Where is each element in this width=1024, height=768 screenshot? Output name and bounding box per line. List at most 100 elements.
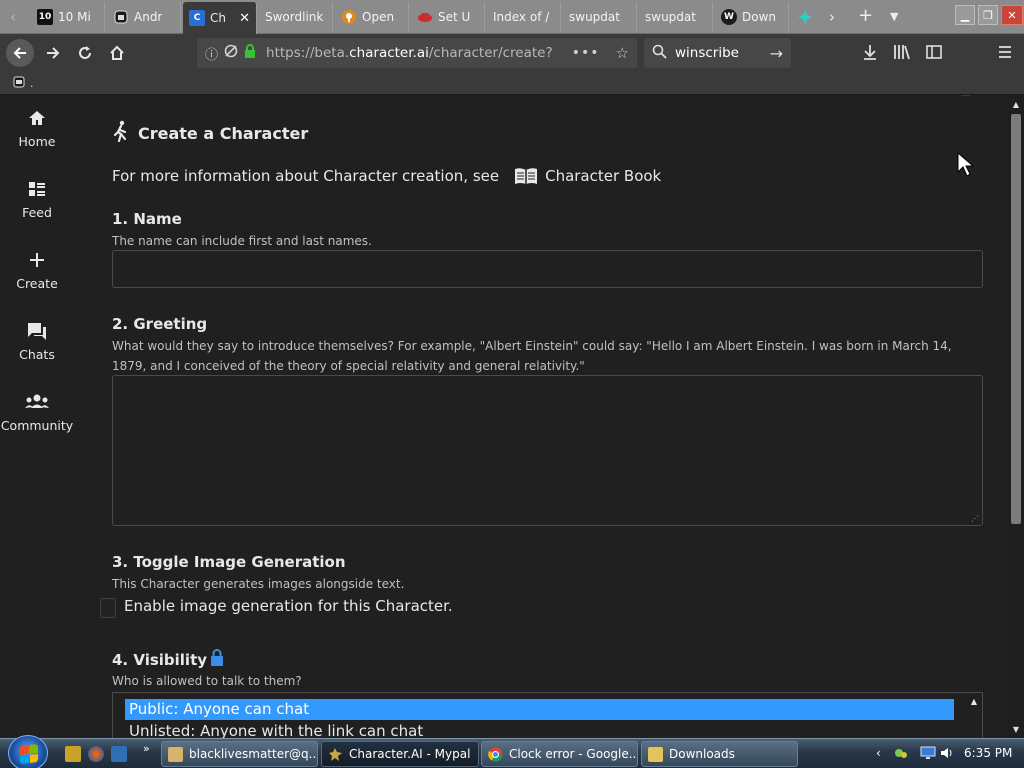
tab-download[interactable]: W Down	[715, 2, 789, 32]
tray-network-icon[interactable]	[894, 746, 908, 763]
bookmark-favicon-icon[interactable]	[12, 75, 26, 92]
start-button[interactable]	[8, 735, 48, 768]
sidebar-toggle-icon[interactable]	[926, 44, 942, 64]
sidebar-item-community[interactable]: Community	[0, 392, 74, 433]
plus-icon	[0, 250, 74, 274]
task-chrome[interactable]: Clock error - Google...	[481, 741, 638, 767]
library-icon[interactable]	[893, 44, 911, 64]
minimize-icon[interactable]: ▁	[955, 5, 975, 25]
tab-android[interactable]: Andr	[107, 2, 181, 32]
search-text: winscribe	[675, 45, 739, 61]
menu-hamburger-icon[interactable]	[997, 44, 1013, 64]
image-generation-description: This Character generates images alongsid…	[112, 577, 405, 591]
page-scrollbar[interactable]: ▲ ▼	[1008, 96, 1024, 738]
tab-character-ai[interactable]: C Ch ✕	[183, 2, 257, 34]
chrome-icon	[488, 747, 503, 762]
tab-strip: ‹ 10 10 Mi Andr C Ch ✕ Swordlink Open Se…	[0, 0, 1024, 34]
reload-icon[interactable]	[71, 39, 99, 67]
restore-icon[interactable]: ❐	[978, 5, 998, 25]
close-window-icon[interactable]: ✕	[1001, 5, 1023, 25]
url-bar[interactable]: ⓘ https://beta.character.ai/character/cr…	[197, 38, 637, 68]
sidebar-item-label: Chats	[19, 347, 55, 362]
lock-icon	[210, 649, 224, 670]
url-text[interactable]: https://beta.character.ai/character/crea…	[266, 45, 553, 61]
tab-open[interactable]: Open	[335, 2, 409, 32]
folder-icon	[648, 746, 663, 762]
name-input[interactable]	[112, 250, 983, 288]
tab-label: 10 Mi	[58, 10, 91, 24]
image-generation-checkbox[interactable]	[100, 598, 116, 618]
openvpn-icon	[341, 9, 357, 25]
tab-index-of[interactable]: Index of /	[487, 2, 561, 32]
tracking-protection-icon[interactable]	[224, 44, 238, 62]
sidebar-item-chats[interactable]: Chats	[0, 321, 74, 362]
chat-icon	[0, 321, 74, 345]
task-label: Clock error - Google...	[509, 747, 638, 761]
visibility-option-public[interactable]: Public: Anyone can chat	[125, 699, 954, 720]
forward-icon[interactable]	[39, 39, 67, 67]
scroll-down-icon[interactable]: ▼	[1008, 725, 1024, 734]
tab-teal[interactable]	[791, 2, 821, 32]
bookmark-label[interactable]: .	[30, 77, 34, 90]
navigation-toolbar: ⓘ https://beta.character.ai/character/cr…	[0, 34, 1024, 97]
sidebar-item-feed[interactable]: Feed	[0, 179, 74, 220]
sidebar-item-create[interactable]: Create	[0, 250, 74, 291]
quicklaunch-browser-icon[interactable]	[88, 746, 104, 762]
resize-grip-icon[interactable]: ⋰	[971, 514, 979, 523]
visibility-select[interactable]: Public: Anyone can chat Unlisted: Anyone…	[112, 692, 983, 738]
scrollbar-thumb[interactable]	[1011, 114, 1021, 524]
list-all-tabs-icon[interactable]: ▼	[890, 10, 898, 23]
tray-volume-icon[interactable]	[940, 746, 954, 763]
android-icon	[113, 9, 129, 25]
bookmark-star-icon[interactable]: ☆	[616, 44, 629, 62]
home-toolbar-icon[interactable]	[103, 39, 131, 67]
tab-label: Down	[742, 10, 777, 24]
mypal-icon	[328, 747, 343, 762]
bookmarks-toolbar: .	[0, 72, 1024, 95]
tab-swupdate-1[interactable]: swupdat	[563, 2, 637, 32]
url-domain: character.ai	[349, 45, 429, 61]
character-book-link[interactable]: Character Book	[545, 167, 661, 185]
tab-swupdate-2[interactable]: swupdat	[639, 2, 713, 32]
greeting-textarea[interactable]: ⋰	[112, 375, 983, 526]
favicon-10-icon: 10	[37, 9, 53, 25]
scroll-up-icon[interactable]: ▲	[1008, 100, 1024, 109]
book-icon[interactable]	[513, 166, 539, 186]
quicklaunch-desktop-icon[interactable]	[111, 746, 127, 762]
scroll-tabs-left-icon[interactable]: ‹	[10, 8, 16, 26]
tab-set-up[interactable]: Set U	[411, 2, 485, 32]
redhat-icon	[417, 9, 433, 25]
tab-swordlink[interactable]: Swordlink	[259, 2, 333, 32]
image-generation-checkbox-label[interactable]: Enable image generation for this Charact…	[124, 597, 453, 615]
search-bar[interactable]: winscribe →	[644, 38, 791, 68]
task-mypal[interactable]: Character.AI - Mypal	[321, 741, 479, 767]
new-tab-icon[interactable]: +	[858, 5, 873, 26]
tab-label: swupdat	[569, 10, 620, 24]
visibility-option-unlisted[interactable]: Unlisted: Anyone with the link can chat	[125, 721, 954, 738]
tab-10-mi[interactable]: 10 10 Mi	[31, 2, 105, 32]
character-walking-icon	[112, 120, 130, 146]
name-description: The name can include first and last name…	[112, 234, 372, 248]
close-tab-icon[interactable]: ✕	[239, 11, 250, 26]
task-downloads[interactable]: Downloads	[641, 741, 798, 767]
visibility-heading-text: 4. Visibility	[112, 651, 208, 669]
tray-expand-icon[interactable]: ‹	[876, 746, 881, 760]
taskbar-clock[interactable]: 6:35 PM	[964, 746, 1012, 760]
sidebar-item-home[interactable]: Home	[0, 108, 74, 149]
character-ai-favicon-icon: C	[189, 10, 205, 26]
page-actions-icon[interactable]: •••	[572, 45, 600, 61]
task-email[interactable]: blacklivesmatter@q...	[161, 741, 318, 767]
info-icon[interactable]: ⓘ	[205, 44, 218, 63]
back-icon[interactable]	[6, 39, 34, 67]
wordpress-icon: W	[721, 9, 737, 25]
image-generation-heading: 3. Toggle Image Generation	[112, 553, 346, 571]
greeting-heading: 2. Greeting	[112, 315, 208, 333]
listbox-scroll-up-icon[interactable]: ▲	[966, 693, 982, 738]
search-go-icon[interactable]: →	[770, 44, 783, 63]
scroll-tabs-right-icon[interactable]: ›	[829, 8, 835, 26]
downloads-icon[interactable]	[862, 44, 878, 64]
quicklaunch-more-icon[interactable]: »	[143, 742, 150, 755]
quicklaunch-app-icon[interactable]	[65, 746, 81, 762]
tray-monitor-icon[interactable]	[920, 746, 936, 763]
task-label: blacklivesmatter@q...	[189, 747, 318, 761]
